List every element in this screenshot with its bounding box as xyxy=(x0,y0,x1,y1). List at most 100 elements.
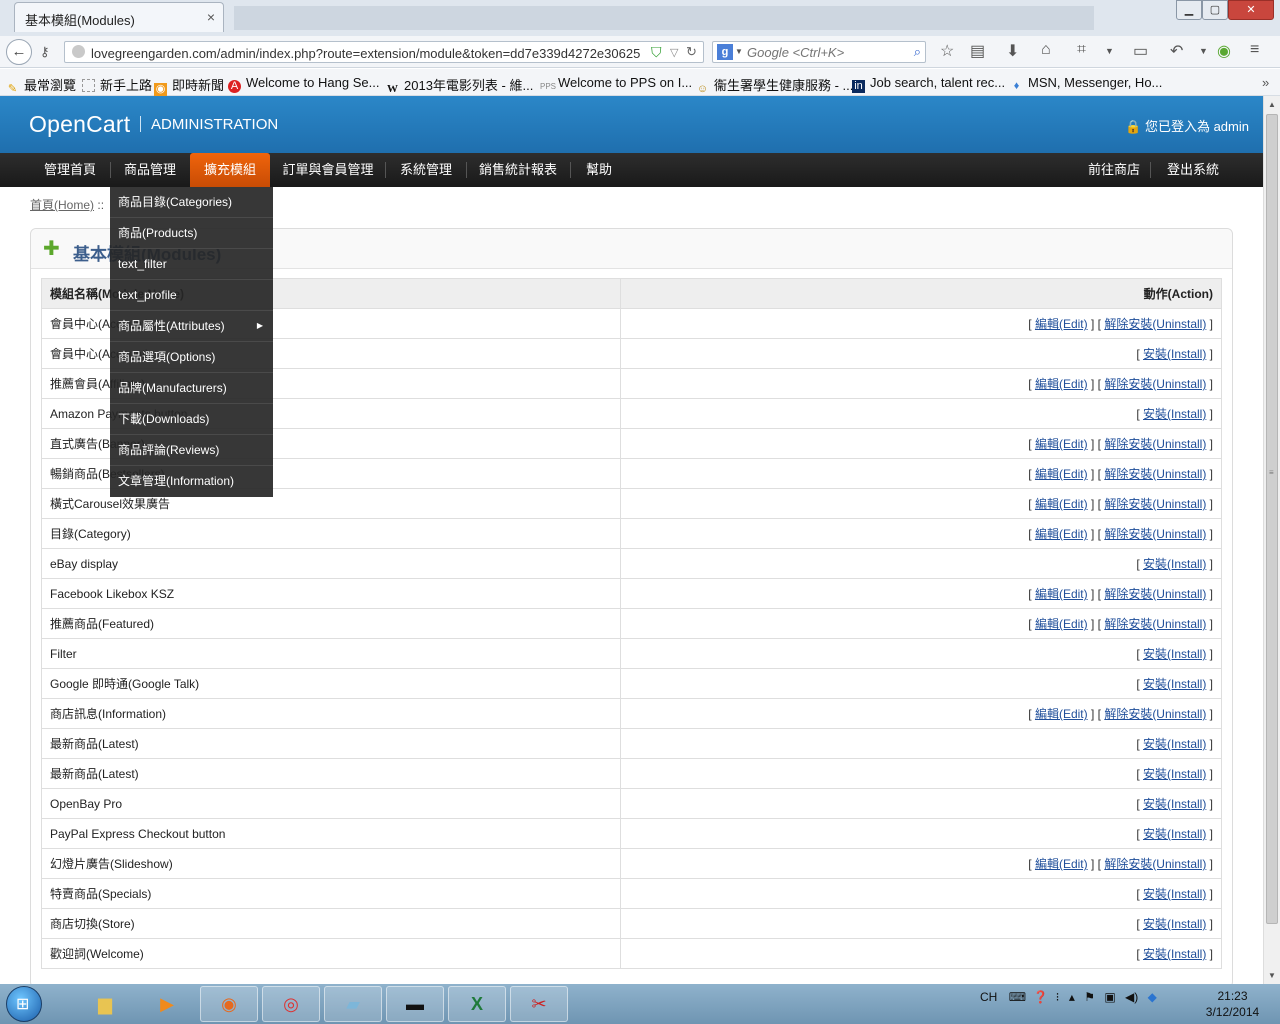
edit-link[interactable]: 編輯(Edit) xyxy=(1035,527,1088,541)
uninstall-link[interactable]: 解除安裝(Uninstall) xyxy=(1104,317,1206,331)
language-indicator[interactable]: CH xyxy=(980,990,997,1004)
uninstall-link[interactable]: 解除安裝(Uninstall) xyxy=(1104,857,1206,871)
tray-expand-icon[interactable]: ▴ xyxy=(1069,990,1075,1004)
edit-link[interactable]: 編輯(Edit) xyxy=(1035,857,1088,871)
edit-link[interactable]: 編輯(Edit) xyxy=(1035,707,1088,721)
close-window-button[interactable]: ✕ xyxy=(1228,0,1274,20)
dropdown-item-attributes[interactable]: 商品屬性(Attributes) ▶ xyxy=(110,311,273,342)
dropdown-item-information[interactable]: 文章管理(Information) xyxy=(110,466,273,497)
reload-icon[interactable]: ↻ xyxy=(686,44,697,60)
bookmark-item[interactable]: ☺ 衞生署學生健康服務 - ... xyxy=(696,75,854,96)
chevron-down-icon[interactable]: ▼ xyxy=(1105,46,1114,56)
menu-item-dashboard[interactable]: 管理首頁 xyxy=(34,153,106,187)
install-link[interactable]: 安裝(Install) xyxy=(1143,827,1206,841)
dropdown-item-filter[interactable]: text_filter xyxy=(110,249,273,280)
menu-item-system[interactable]: 系統管理 xyxy=(390,153,462,187)
network-icon[interactable]: ▣ xyxy=(1104,990,1115,1004)
bookmark-item[interactable]: ◉ 即時新聞 xyxy=(154,75,224,96)
ime-icon[interactable]: ⁝ xyxy=(1056,990,1060,1004)
bookmark-item[interactable]: PPS Welcome to PPS on I... xyxy=(540,75,692,93)
start-button[interactable]: ⊞ xyxy=(6,986,42,1022)
bookmark-item[interactable]: W 2013年電影列表 - 維... xyxy=(386,75,533,96)
chevron-down-icon[interactable]: ▼ xyxy=(735,47,743,56)
star-icon[interactable]: ☆ xyxy=(940,41,954,61)
bookmark-item[interactable]: ♦ MSN, Messenger, Ho... xyxy=(1010,75,1163,93)
chevron-down-icon[interactable]: ▼ xyxy=(1199,46,1208,56)
bookmark-item[interactable]: in Job search, talent rec... xyxy=(852,75,1005,93)
dropdown-item-profile[interactable]: text_profile xyxy=(110,280,273,311)
edit-link[interactable]: 編輯(Edit) xyxy=(1035,437,1088,451)
install-link[interactable]: 安裝(Install) xyxy=(1143,347,1206,361)
minimize-button[interactable]: ▁ xyxy=(1176,0,1202,20)
edit-link[interactable]: 編輯(Edit) xyxy=(1035,587,1088,601)
install-link[interactable]: 安裝(Install) xyxy=(1143,737,1206,751)
shield-icon[interactable]: ⛉ xyxy=(651,44,662,61)
install-link[interactable]: 安裝(Install) xyxy=(1143,557,1206,571)
help-icon[interactable]: ❓ xyxy=(1033,990,1048,1004)
address-bar[interactable]: lovegreengarden.com/admin/index.php?rout… xyxy=(64,41,704,63)
menu-item-reports[interactable]: 銷售統計報表 xyxy=(470,153,566,187)
uninstall-link[interactable]: 解除安裝(Uninstall) xyxy=(1104,467,1206,481)
taskbar-explorer[interactable]: ▆ xyxy=(76,986,134,1022)
tab-close-icon[interactable]: × xyxy=(207,9,215,25)
screenshot-icon[interactable]: ⌗ xyxy=(1077,41,1086,59)
menu-item-sales[interactable]: 訂單與會員管理 xyxy=(276,153,380,187)
taskbar-snipping-tool[interactable]: ✂ xyxy=(510,986,568,1022)
scroll-up-icon[interactable]: ▲ xyxy=(1268,100,1276,109)
uninstall-link[interactable]: 解除安裝(Uninstall) xyxy=(1104,497,1206,511)
install-link[interactable]: 安裝(Install) xyxy=(1143,797,1206,811)
browser-tab[interactable]: 基本模組(Modules) × xyxy=(14,2,224,32)
menu-item-store-front[interactable]: 前往商店 xyxy=(1080,153,1148,187)
page-scrollbar[interactable]: ▲ ≡ ▼ xyxy=(1263,96,1280,984)
install-link[interactable]: 安裝(Install) xyxy=(1143,767,1206,781)
uninstall-link[interactable]: 解除安裝(Uninstall) xyxy=(1104,437,1206,451)
chat-icon[interactable]: ▭ xyxy=(1133,41,1148,61)
taskbar-cmd[interactable]: ▬ xyxy=(386,986,444,1022)
bookmark-item[interactable]: A Welcome to Hang Se... xyxy=(228,75,379,93)
install-link[interactable]: 安裝(Install) xyxy=(1143,887,1206,901)
menu-item-help[interactable]: 幫助 xyxy=(575,153,623,187)
install-link[interactable]: 安裝(Install) xyxy=(1143,677,1206,691)
taskbar-notepad[interactable]: ▰ xyxy=(324,986,382,1022)
dropdown-arrow-icon[interactable]: ▽ xyxy=(670,46,678,59)
keyboard-icon[interactable]: ⌨ xyxy=(1009,990,1026,1004)
menu-icon[interactable]: ≡ xyxy=(1250,41,1259,59)
home-icon[interactable]: ⌂ xyxy=(1041,41,1051,59)
dropdown-item-options[interactable]: 商品選項(Options) xyxy=(110,342,273,373)
url-text[interactable]: lovegreengarden.com/admin/index.php?rout… xyxy=(91,46,643,61)
dropdown-item-categories[interactable]: 商品目錄(Categories) xyxy=(110,187,273,218)
bookmark-item[interactable]: 新手上路 xyxy=(82,75,152,94)
scroll-down-icon[interactable]: ▼ xyxy=(1268,971,1276,980)
install-link[interactable]: 安裝(Install) xyxy=(1143,947,1206,961)
clock[interactable]: 21:23 3/12/2014 xyxy=(1190,988,1275,1020)
undo-icon[interactable]: ↶ xyxy=(1170,41,1183,61)
search-input[interactable] xyxy=(747,44,897,60)
taskbar-chrome[interactable]: ◎ xyxy=(262,986,320,1022)
edit-link[interactable]: 編輯(Edit) xyxy=(1035,317,1088,331)
opencart-logo[interactable]: OpenCart xyxy=(29,111,130,138)
uninstall-link[interactable]: 解除安裝(Uninstall) xyxy=(1104,707,1206,721)
taskbar-excel[interactable]: X xyxy=(448,986,506,1022)
uninstall-link[interactable]: 解除安裝(Uninstall) xyxy=(1104,377,1206,391)
edit-link[interactable]: 編輯(Edit) xyxy=(1035,617,1088,631)
taskbar-firefox[interactable]: ◉ xyxy=(200,986,258,1022)
bookmark-item[interactable]: ✎ 最常瀏覽 xyxy=(6,75,76,96)
bookmarks-overflow-icon[interactable]: » xyxy=(1262,75,1269,90)
menu-item-catalog[interactable]: 商品管理 xyxy=(114,153,186,187)
edit-link[interactable]: 編輯(Edit) xyxy=(1035,467,1088,481)
search-icon[interactable]: ⌕ xyxy=(914,44,921,60)
uninstall-link[interactable]: 解除安裝(Uninstall) xyxy=(1104,617,1206,631)
dropdown-item-products[interactable]: 商品(Products) xyxy=(110,218,273,249)
search-box[interactable]: g ▼ ⌕ xyxy=(712,41,926,63)
download-icon[interactable]: ⬇ xyxy=(1006,41,1019,61)
uninstall-link[interactable]: 解除安裝(Uninstall) xyxy=(1104,587,1206,601)
edit-link[interactable]: 編輯(Edit) xyxy=(1035,497,1088,511)
dropbox-icon[interactable]: ◆ xyxy=(1148,990,1157,1004)
addon-icon[interactable]: ◉ xyxy=(1217,41,1231,61)
install-link[interactable]: 安裝(Install) xyxy=(1143,407,1206,421)
install-link[interactable]: 安裝(Install) xyxy=(1143,647,1206,661)
dropdown-item-manufacturers[interactable]: 品牌(Manufacturers) xyxy=(110,373,273,404)
back-button[interactable]: ← xyxy=(6,39,32,65)
google-icon[interactable]: g xyxy=(717,44,733,60)
menu-item-logout[interactable]: 登出系統 xyxy=(1158,153,1228,187)
